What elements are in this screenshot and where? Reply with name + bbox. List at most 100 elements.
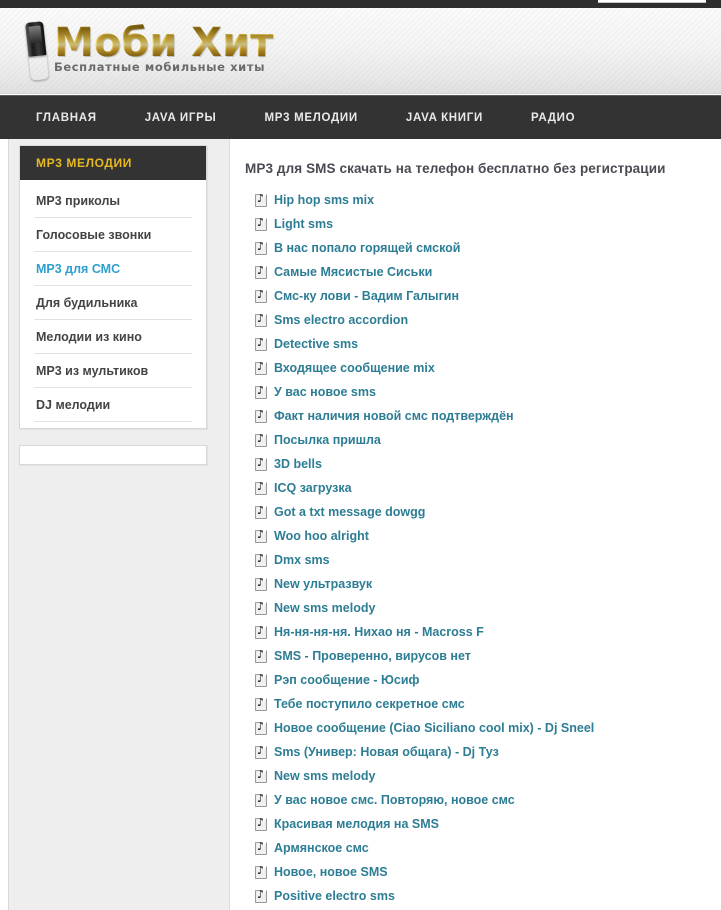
main-content: MP3 для SMS скачать на телефон бесплатно… (232, 139, 721, 910)
list-item: Мелодии из кино (20, 320, 206, 354)
list-item: ♪ Sms (Универ: Новая общага) - Dj Туз (245, 740, 713, 764)
music-note-file-icon: ♪ (255, 648, 267, 663)
list-item: ♪ ICQ загрузка (245, 476, 713, 500)
track-link[interactable]: Ня-ня-ня-ня. Нихао ня - Macross F (274, 625, 484, 639)
music-note-file-icon: ♪ (255, 696, 267, 711)
nav-item-java-games[interactable]: JAVA ИГРЫ (145, 112, 217, 124)
list-item: ♪ Woo hoo alright (245, 524, 713, 548)
track-link[interactable]: Факт наличия новой смс подтверждён (274, 409, 514, 423)
main-navigation: ГЛАВНАЯ JAVA ИГРЫ MP3 МЕЛОДИИ JAVA КНИГИ… (0, 95, 721, 139)
list-item: MP3 приколы (20, 184, 206, 218)
track-link[interactable]: SMS - Проверенно, вирусов нет (274, 649, 471, 663)
sidebar-item-melodii-iz-kino[interactable]: Мелодии из кино (34, 320, 192, 354)
list-item: ♪ У вас новое sms (245, 380, 713, 404)
sidebar-item-mp3-dlya-sms[interactable]: MP3 для СМС (34, 252, 192, 286)
nav-item-home[interactable]: ГЛАВНАЯ (36, 112, 97, 124)
music-note-file-icon: ♪ (255, 504, 267, 519)
music-note-file-icon: ♪ (255, 216, 267, 231)
track-link[interactable]: Рэп сообщение - Юсиф (274, 673, 419, 687)
track-link[interactable]: New sms melody (274, 601, 375, 615)
list-item: ♪ Новое, новое SMS (245, 860, 713, 884)
track-link[interactable]: 3D bells (274, 457, 322, 471)
track-link[interactable]: Тебе поступило секретное смс (274, 697, 465, 711)
music-note-file-icon: ♪ (255, 432, 267, 447)
track-link[interactable]: New sms melody (274, 769, 375, 783)
track-link[interactable]: Армянское смс (274, 841, 369, 855)
logo-title: Моби Хит (54, 20, 274, 66)
list-item: MP3 из мультиков (20, 354, 206, 388)
sidebar-heading: MP3 МЕЛОДИИ (20, 146, 206, 180)
nav-item-radio[interactable]: РАДИО (531, 112, 575, 124)
list-item: ♪ Dmx sms (245, 548, 713, 572)
track-link[interactable]: Sms electro accordion (274, 313, 408, 327)
sidebar-item-golosovye-zvonki[interactable]: Голосовые звонки (34, 218, 192, 252)
sidebar-item-dlya-budilnika[interactable]: Для будильника (34, 286, 192, 320)
track-link[interactable]: Positive electro sms (274, 889, 395, 903)
site-logo[interactable]: Моби Хит Бесплатные мобильные хиты (23, 20, 274, 81)
list-item: ♪ Positive electro sms (245, 884, 713, 908)
track-link[interactable]: Посылка пришла (274, 433, 381, 447)
list-item: ♪ 3D bells (245, 452, 713, 476)
list-item: Для будильника (20, 286, 206, 320)
track-link[interactable]: У вас новое смс. Повторяю, новое смс (274, 793, 515, 807)
logo-subtitle: Бесплатные мобильные хиты (54, 60, 266, 74)
nav-item-java-books[interactable]: JAVA КНИГИ (406, 112, 483, 124)
site-header: Моби Хит Бесплатные мобильные хиты (0, 8, 721, 94)
music-note-file-icon: ♪ (255, 384, 267, 399)
track-link[interactable]: Dmx sms (274, 553, 330, 567)
music-note-file-icon: ♪ (255, 744, 267, 759)
music-note-file-icon: ♪ (255, 792, 267, 807)
page-body: MP3 МЕЛОДИИ MP3 приколы Голосовые звонки… (0, 139, 721, 910)
track-link[interactable]: Красивая мелодия на SMS (274, 817, 439, 831)
track-link[interactable]: Самые Мясистые Сиськи (274, 265, 432, 279)
list-item: ♪ Light sms (245, 212, 713, 236)
music-note-file-icon: ♪ (255, 312, 267, 327)
mobile-phone-icon (23, 21, 51, 81)
list-item: ♪ Ня-ня-ня-ня. Нихао ня - Macross F (245, 620, 713, 644)
track-link[interactable]: New ультразвук (274, 577, 372, 591)
music-note-file-icon: ♪ (255, 600, 267, 615)
track-link[interactable]: ICQ загрузка (274, 481, 352, 495)
list-item: ♪ Detective sms (245, 332, 713, 356)
list-item: ♪ В нас попало горящей смской (245, 236, 713, 260)
music-note-file-icon: ♪ (255, 360, 267, 375)
track-link[interactable]: У вас новое sms (274, 385, 376, 399)
sidebar-item-mp3-iz-multikov[interactable]: MP3 из мультиков (34, 354, 192, 388)
music-note-file-icon: ♪ (255, 240, 267, 255)
list-item: ♪ SMS - Проверенно, вирусов нет (245, 644, 713, 668)
list-item: ♪ New sms melody (245, 596, 713, 620)
music-note-file-icon: ♪ (255, 672, 267, 687)
track-link[interactable]: Got a txt message dowgg (274, 505, 425, 519)
sidebar-list: MP3 приколы Голосовые звонки MP3 для СМС… (20, 180, 206, 428)
track-link[interactable]: Смс-ку лови - Вадим Галыгин (274, 289, 459, 303)
track-link[interactable]: Detective sms (274, 337, 358, 351)
track-link[interactable]: Новое сообщение (Ciao Siciliano cool mix… (274, 721, 594, 735)
track-link[interactable]: Light sms (274, 217, 333, 231)
sidebar-item-dj-melodii[interactable]: DJ мелодии (34, 388, 192, 422)
music-note-file-icon: ♪ (255, 816, 267, 831)
list-item: ♪ Красивая мелодия на SMS (245, 812, 713, 836)
music-note-file-icon: ♪ (255, 264, 267, 279)
music-note-file-icon: ♪ (255, 864, 267, 879)
list-item: MP3 для СМС (20, 252, 206, 286)
music-note-file-icon: ♪ (255, 480, 267, 495)
nav-item-mp3-melodies[interactable]: MP3 МЕЛОДИИ (264, 112, 357, 124)
top-black-strip (0, 0, 721, 8)
music-note-file-icon: ♪ (255, 192, 267, 207)
music-note-file-icon: ♪ (255, 456, 267, 471)
music-note-file-icon: ♪ (255, 888, 267, 903)
list-item: ♪ Смс-ку лови - Вадим Галыгин (245, 284, 713, 308)
track-link[interactable]: Woo hoo alright (274, 529, 369, 543)
sidebar-item-mp3-prikoly[interactable]: MP3 приколы (34, 184, 192, 218)
sidebar-secondary-box (19, 445, 207, 465)
track-link[interactable]: В нас попало горящей смской (274, 241, 461, 255)
track-link[interactable]: Входящее сообщение mix (274, 361, 435, 375)
list-item: ♪ У вас новое смс. Повторяю, новое смс (245, 788, 713, 812)
track-link[interactable]: Новое, новое SMS (274, 865, 388, 879)
list-item: ♪ Новое сообщение (Ciao Siciliano cool mi… (245, 716, 713, 740)
track-link[interactable]: Sms (Универ: Новая общага) - Dj Туз (274, 745, 499, 759)
track-link[interactable]: Hip hop sms mix (274, 193, 374, 207)
music-note-file-icon: ♪ (255, 552, 267, 567)
music-note-file-icon: ♪ (255, 576, 267, 591)
list-item: ♪ Sms electro accordion (245, 308, 713, 332)
